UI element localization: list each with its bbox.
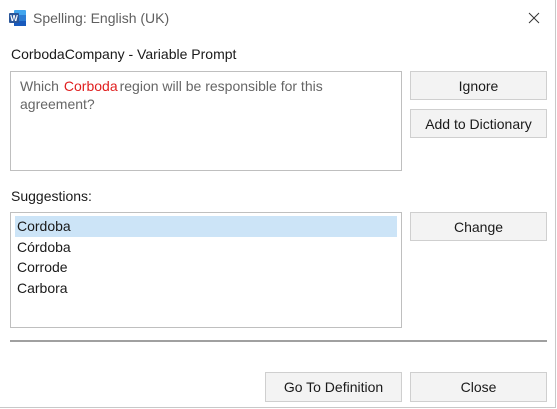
spelling-dialog: W Spelling: English (UK) CorbodaCompany … xyxy=(0,0,556,408)
change-button[interactable]: Change xyxy=(410,212,547,241)
window-title: Spelling: English (UK) xyxy=(33,10,170,26)
ignore-button[interactable]: Ignore xyxy=(410,71,547,100)
misspelled-word: Corboda xyxy=(63,78,118,94)
context-text: Which Corboda region will be responsible f… xyxy=(20,77,392,113)
suggestion-item[interactable]: Córdoba xyxy=(15,237,397,258)
context-label: CorbodaCompany - Variable Prompt xyxy=(11,46,237,62)
separator xyxy=(10,340,547,342)
title-bar: W Spelling: English (UK) xyxy=(0,0,557,38)
go-to-definition-button[interactable]: Go To Definition xyxy=(265,372,402,402)
close-icon[interactable] xyxy=(526,10,542,26)
context-text-before: Which xyxy=(20,78,59,94)
suggestion-item[interactable]: Carbora xyxy=(15,278,397,299)
suggestion-item[interactable]: Corrode xyxy=(15,257,397,278)
svg-text:W: W xyxy=(10,14,18,23)
context-text-box[interactable]: Which Corboda region will be responsible f… xyxy=(10,71,402,171)
suggestions-list[interactable]: Cordoba Córdoba Corrode Carbora xyxy=(10,212,402,328)
suggestion-item[interactable]: Cordoba xyxy=(15,216,397,237)
add-to-dictionary-button[interactable]: Add to Dictionary xyxy=(410,109,547,138)
word-icon: W xyxy=(9,10,26,26)
close-button[interactable]: Close xyxy=(410,372,547,402)
suggestions-label: Suggestions: xyxy=(11,188,92,204)
